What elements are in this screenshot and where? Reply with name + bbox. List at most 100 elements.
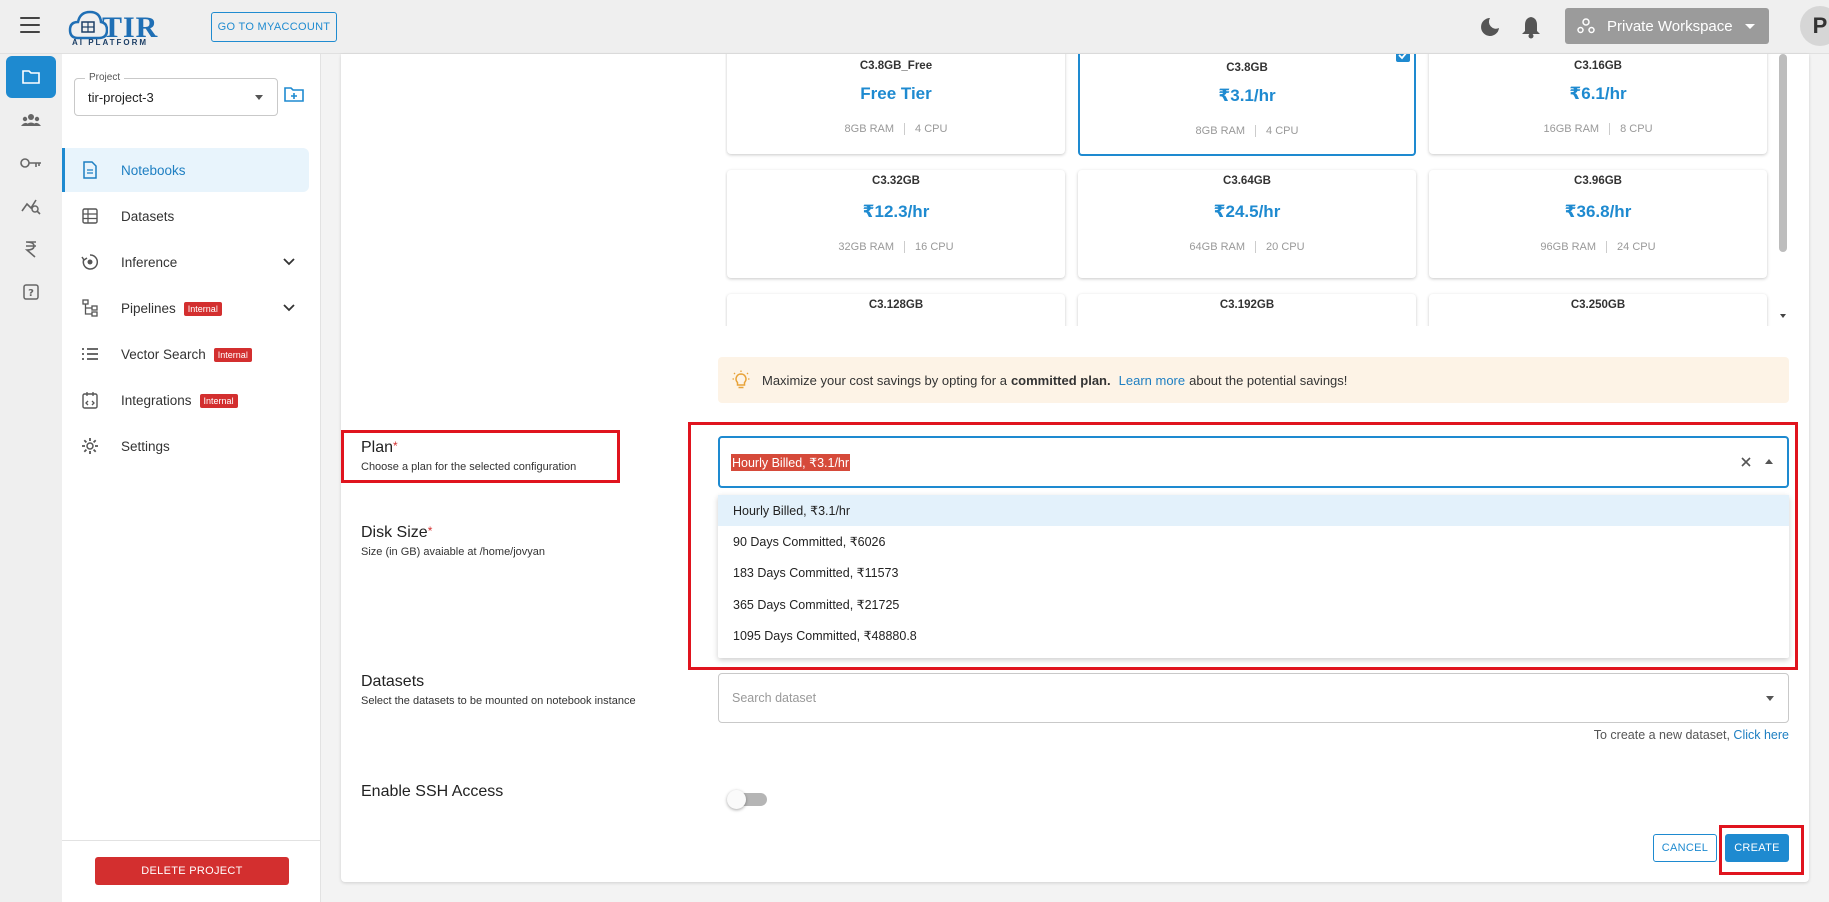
instance-name: C3.250GB xyxy=(1570,299,1626,311)
instance-cpu: 20 CPU xyxy=(1266,241,1305,253)
rail-api-keys[interactable] xyxy=(6,142,56,184)
instance-card[interactable]: C3.32GB ₹12.3/hr 32GB RAM 16 CPU xyxy=(727,170,1065,278)
disk-size-sublabel: Size (in GB) avaiable at /home/jovyan xyxy=(361,546,546,558)
project-select[interactable]: Project tir-project-3 xyxy=(74,72,278,116)
sidebar-item-vector-search[interactable]: Vector Search Internal xyxy=(62,332,309,376)
caret-down-icon[interactable] xyxy=(1766,696,1774,701)
sidebar-item-datasets[interactable]: Datasets xyxy=(62,194,309,238)
instance-card[interactable]: C3.8GB_Free Free Tier 8GB RAM 4 CPU xyxy=(727,54,1065,154)
sidebar-item-notebooks[interactable]: Notebooks xyxy=(62,148,309,192)
logo-subtext: AI PLATFORM xyxy=(72,38,149,47)
instance-card[interactable]: C3.128GB xyxy=(727,294,1065,326)
sidebar-item-integrations[interactable]: Integrations Internal xyxy=(62,378,309,422)
internal-badge: Internal xyxy=(199,394,238,408)
dark-mode-moon-icon[interactable] xyxy=(1478,15,1502,39)
team-icon xyxy=(21,114,41,126)
instance-grid-scrollbar[interactable] xyxy=(1777,54,1789,326)
ssh-label: Enable SSH Access xyxy=(361,783,504,800)
rail-billing[interactable] xyxy=(6,228,56,270)
instance-specs: 96GB RAM 24 CPU xyxy=(1429,241,1767,253)
dataset-search-placeholder: Search dataset xyxy=(732,691,817,705)
disk-size-label: Disk Size xyxy=(361,524,428,541)
notification-bell-icon[interactable] xyxy=(1520,15,1542,39)
instance-card[interactable]: C3.16GB ₹6.1/hr 16GB RAM 8 CPU xyxy=(1429,54,1767,154)
chevron-down-icon[interactable] xyxy=(283,304,295,312)
create-dataset-text: To create a new dataset, xyxy=(1593,728,1730,742)
instance-name: C3.96GB xyxy=(1574,175,1622,187)
toggle-knob[interactable] xyxy=(727,790,746,809)
instance-ram: 16GB RAM xyxy=(1543,123,1600,135)
sidebar-item-inference[interactable]: Inference xyxy=(62,240,309,284)
workspace-people-icon xyxy=(1577,18,1595,34)
instance-ram: 96GB RAM xyxy=(1540,241,1597,253)
checkbox-checked-icon xyxy=(1396,54,1410,62)
scroll-down-arrow-icon[interactable] xyxy=(1780,314,1786,318)
chevron-down-icon[interactable] xyxy=(283,258,295,266)
hamburger-menu-icon[interactable] xyxy=(20,17,40,33)
key-icon xyxy=(20,158,41,168)
instance-name: C3.128GB xyxy=(868,299,924,311)
rail-projects[interactable] xyxy=(6,56,56,98)
add-folder-icon[interactable] xyxy=(284,86,304,102)
icon-rail: ? xyxy=(0,54,62,902)
rupee-icon xyxy=(24,241,36,258)
delete-project-button[interactable]: DELETE PROJECT xyxy=(95,857,289,885)
rail-team[interactable] xyxy=(6,99,56,141)
sidebar-item-label: Vector Search xyxy=(121,346,206,362)
project-value: tir-project-3 xyxy=(88,90,154,105)
list-icon xyxy=(82,348,98,360)
inference-icon xyxy=(81,254,99,270)
user-avatar[interactable]: P xyxy=(1800,6,1829,46)
sidebar-item-label: Integrations xyxy=(121,392,192,408)
folder-icon xyxy=(22,70,40,84)
dataset-search-select[interactable]: Search dataset xyxy=(718,673,1789,723)
sidebar: Project tir-project-3 Notebooks Datasets… xyxy=(62,54,321,902)
cancel-button[interactable]: CANCEL xyxy=(1653,834,1717,862)
help-icon: ? xyxy=(23,284,39,300)
instance-price: ₹3.1/hr xyxy=(1218,86,1276,105)
instance-name: C3.16GB xyxy=(1574,60,1622,72)
highlight-box-create-button xyxy=(1719,825,1804,875)
sidebar-item-settings[interactable]: Settings xyxy=(62,424,309,468)
instance-card[interactable]: C3.64GB ₹24.5/hr 64GB RAM 20 CPU xyxy=(1078,170,1416,278)
instance-card[interactable]: C3.250GB xyxy=(1429,294,1767,326)
instance-cpu: 24 CPU xyxy=(1617,241,1656,253)
rail-monitoring[interactable] xyxy=(6,185,56,227)
instance-name: C3.32GB xyxy=(872,175,920,187)
ssh-toggle[interactable] xyxy=(727,790,773,809)
instance-specs: 8GB RAM 4 CPU xyxy=(727,123,1065,135)
ssh-label-block: Enable SSH Access xyxy=(361,783,503,801)
banner-text-after: about the potential savings! xyxy=(1189,372,1348,388)
highlight-box-plan-dropdown xyxy=(688,422,1798,670)
highlight-box-plan-label xyxy=(341,430,620,483)
scrollbar-thumb[interactable] xyxy=(1779,54,1787,252)
workspace-selector[interactable]: Private Workspace xyxy=(1565,8,1769,44)
internal-badge: Internal xyxy=(183,302,222,316)
instance-specs: 16GB RAM 8 CPU xyxy=(1429,123,1767,135)
rail-help[interactable]: ? xyxy=(6,271,56,313)
pipelines-icon xyxy=(82,299,98,317)
workspace-label: Private Workspace xyxy=(1607,17,1733,35)
instance-ram: 8GB RAM xyxy=(844,123,895,135)
top-bar: TIR AI PLATFORM GO TO MYACCOUNT Private … xyxy=(0,0,1829,54)
sidebar-item-label: Notebooks xyxy=(121,162,186,178)
go-to-myaccount-button[interactable]: GO TO MYACCOUNT xyxy=(211,12,337,42)
instance-name: C3.192GB xyxy=(1219,299,1275,311)
caret-down-icon xyxy=(255,95,263,100)
instance-name: C3.64GB xyxy=(1223,175,1271,187)
instance-grid: C3.8GB_Free Free Tier 8GB RAM 4 CPU C3.8G… xyxy=(725,54,1800,326)
instance-card[interactable]: C3.96GB ₹36.8/hr 96GB RAM 24 CPU xyxy=(1429,170,1767,278)
instance-price: ₹36.8/hr xyxy=(1564,202,1632,221)
tir-logo[interactable]: TIR AI PLATFORM xyxy=(68,8,168,48)
instance-price: ₹6.1/hr xyxy=(1569,84,1627,103)
chart-search-icon xyxy=(21,199,41,215)
instance-card-selected[interactable]: C3.8GB ₹3.1/hr 8GB RAM 4 CPU xyxy=(1078,54,1416,156)
disk-size-label-block: Disk Size* Size (in GB) avaiable at /hom… xyxy=(361,524,545,558)
datasets-label: Datasets xyxy=(361,673,425,690)
learn-more-link[interactable]: Learn more xyxy=(1119,373,1185,388)
instance-card[interactable]: C3.192GB xyxy=(1078,294,1416,326)
sidebar-item-pipelines[interactable]: Pipelines Internal xyxy=(62,286,309,330)
instance-specs: 32GB RAM 16 CPU xyxy=(727,241,1065,253)
click-here-link[interactable]: Click here xyxy=(1733,728,1789,742)
instance-cpu: 4 CPU xyxy=(1266,125,1299,137)
